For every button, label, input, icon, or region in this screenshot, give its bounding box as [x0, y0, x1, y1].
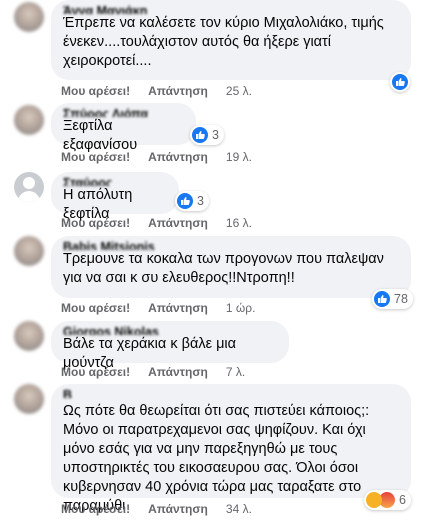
comment-author[interactable]: Babis Mitsionis [63, 239, 399, 250]
haha-reaction-icon [366, 492, 382, 508]
comment-bubble: Άννα Μανιάκη Έπρεπε να καλέσετε τον κύρι… [51, 0, 411, 80]
comment-actions: Μου αρέσει! Απάντηση 34 λ. [61, 502, 270, 516]
timestamp[interactable]: 25 λ. [226, 84, 252, 98]
like-reaction-icon [392, 74, 408, 90]
avatar[interactable] [14, 2, 44, 32]
comment-text: Έπρεπε να καλέσετε τον κύριο Μιχαλολιάκο… [63, 15, 384, 69]
reaction-count: 3 [212, 128, 219, 142]
timestamp[interactable]: 1 ώρ. [226, 301, 256, 315]
comment-actions: Μου αρέσει! Απάντηση 19 λ. [61, 150, 270, 164]
reply-button[interactable]: Απάντηση [148, 365, 208, 379]
like-button[interactable]: Μου αρέσει! [61, 502, 130, 516]
timestamp[interactable]: 19 λ. [226, 150, 252, 164]
comment-text: Ως πότε θα θεωρείται ότι σας πιστεύει κά… [63, 403, 370, 514]
reply-button[interactable]: Απάντηση [148, 301, 208, 315]
like-button[interactable]: Μου αρέσει! [61, 216, 130, 230]
comment-text: Τρεμουνε τα κοκαλα των προγονων που παλε… [63, 251, 384, 286]
avatar[interactable] [14, 236, 44, 266]
comment-actions: Μου αρέσει! Απάντηση 1 ώρ. [61, 301, 273, 315]
comment-actions: Μου αρέσει! Απάντηση 7 λ. [61, 365, 263, 379]
timestamp[interactable]: 7 λ. [226, 365, 245, 379]
reply-button[interactable]: Απάντηση [148, 150, 208, 164]
timestamp[interactable]: 16 λ. [226, 216, 252, 230]
comment-bubble: Babis Mitsionis Τρεμουνε τα κοκαλα των π… [51, 236, 411, 298]
reply-button[interactable]: Απάντηση [148, 216, 208, 230]
comment-bubble: Σπύρος Λιόπα Ξεφτίλα εξαφανίσου [51, 103, 196, 153]
comment-actions: Μου αρέσει! Απάντηση 25 λ. [61, 84, 270, 98]
comment-bubble: Giorgos Nikolas Βάλε τα χεράκια κ βάλε μ… [51, 321, 289, 371]
comment-author[interactable]: Σπύρος Λιόπα [63, 106, 184, 117]
like-button[interactable]: Μου αρέσει! [61, 150, 130, 164]
like-button[interactable]: Μου αρέσει! [61, 84, 130, 98]
avatar[interactable] [14, 105, 44, 135]
comment-author[interactable]: Σταύρος Κατσίκης [63, 175, 167, 186]
like-button[interactable]: Μου αρέσει! [61, 301, 130, 315]
reaction-count: 6 [399, 493, 406, 507]
timestamp[interactable]: 34 λ. [226, 502, 252, 516]
reply-button[interactable]: Απάντηση [148, 84, 208, 98]
comment-author[interactable]: Άννα Μανιάκη [63, 3, 399, 14]
avatar[interactable] [14, 321, 44, 351]
avatar[interactable] [14, 172, 44, 202]
like-reaction-icon [374, 291, 390, 307]
comment-actions: Μου αρέσει! Απάντηση 16 λ. [61, 216, 270, 230]
comment-author[interactable]: Giorgos Nikolas [63, 324, 277, 335]
comment-author[interactable]: Β [63, 387, 399, 398]
reaction-badge[interactable]: 78 [372, 289, 413, 309]
like-reaction-icon [192, 127, 208, 143]
reaction-badge[interactable]: 3 [175, 191, 209, 211]
like-button[interactable]: Μου αρέσει! [61, 365, 130, 379]
like-reaction-icon [177, 193, 193, 209]
reaction-badge[interactable]: 6 [364, 490, 411, 510]
comment-bubble: Β Ως πότε θα θεωρείται ότι σας πιστεύει … [51, 384, 411, 514]
reaction-count: 78 [394, 292, 408, 306]
avatar[interactable] [14, 384, 44, 414]
reply-button[interactable]: Απάντηση [148, 502, 208, 516]
reaction-badge[interactable] [390, 72, 410, 92]
reaction-count: 3 [197, 194, 204, 208]
reaction-badge[interactable]: 3 [190, 125, 224, 145]
comment-bubble: Σταύρος Κατσίκης Η απόλυτη ξεφτίλα [51, 172, 179, 222]
